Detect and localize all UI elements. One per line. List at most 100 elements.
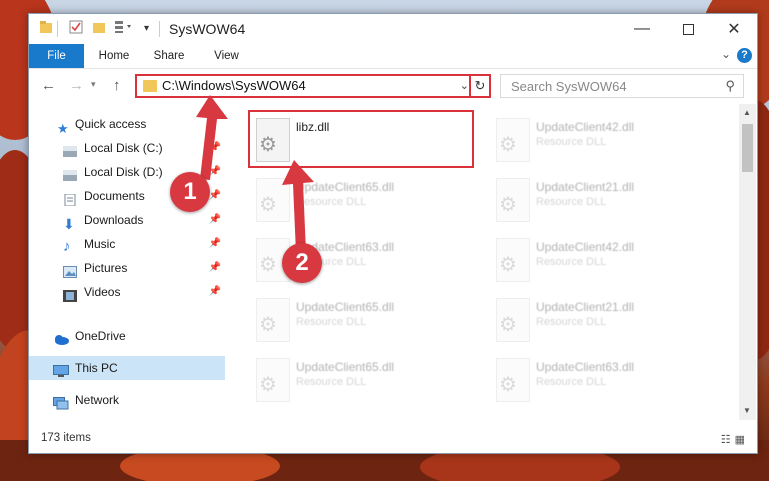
tab-file[interactable]: File [29, 44, 84, 68]
search-input[interactable] [509, 78, 713, 95]
dropdown-arrow-icon[interactable]: ▾ [144, 23, 149, 34]
view-toggle[interactable]: ☷▦ [721, 433, 749, 446]
computer-icon [53, 362, 69, 377]
details-view-icon[interactable]: ☷ [721, 434, 735, 446]
maximize-button[interactable] [665, 14, 711, 44]
sidebar-item-onedrive[interactable]: OneDrive [29, 324, 225, 348]
download-icon: ⬇ [63, 216, 75, 232]
cloud-icon [53, 330, 69, 345]
file-item[interactable]: ⚙ UpdateClient21.dll Resource DLL [486, 294, 716, 346]
address-dropdown-icon[interactable]: ⌄ [460, 79, 469, 92]
navigation-bar: ← → ▾ ↑ C:\Windows\SysWOW64 ⌄ ↻ ⚲ [29, 69, 757, 103]
file-name: UpdateClient42.dll [536, 120, 635, 134]
drive-icon [63, 166, 77, 181]
sidebar-item-this-pc[interactable]: This PC [29, 356, 225, 380]
forward-arrow-icon[interactable]: → [69, 77, 84, 94]
file-item[interactable]: ⚙ UpdateClient21.dll Resource DLL [486, 174, 716, 226]
sidebar-item-label: Music [84, 237, 116, 251]
sidebar-item-downloads[interactable]: ⬇ Downloads 📌 [29, 208, 225, 232]
file-item[interactable]: ⚙ UpdateClient65.dll Resource DLL [246, 294, 476, 346]
file-name: UpdateClient63.dll [536, 360, 635, 374]
scrollbar-thumb[interactable] [742, 124, 753, 172]
customize-qa-icon[interactable] [114, 20, 136, 37]
file-name: UpdateClient65.dll [296, 300, 395, 314]
sidebar-item-label: Local Disk (D:) [84, 165, 163, 179]
gear-icon: ⚙ [499, 314, 517, 336]
drive-icon [63, 142, 77, 157]
sidebar-item-label: OneDrive [75, 329, 126, 343]
file-type: Resource DLL [536, 376, 607, 388]
gear-icon: ⚙ [499, 254, 517, 276]
refresh-button[interactable]: ↻ [469, 74, 491, 98]
ribbon: File Home Share View ⌄ ? [29, 44, 757, 69]
tab-share[interactable]: Share [144, 44, 194, 68]
status-bar: 173 items ☷▦ [29, 428, 757, 452]
search-box[interactable]: ⚲ [500, 74, 744, 98]
scroll-down-icon[interactable]: ▼ [743, 406, 751, 415]
sidebar-item-label: Pictures [84, 261, 128, 275]
file-item[interactable]: ⚙ UpdateClient42.dll Resource DLL [486, 114, 716, 166]
sidebar-item-label: This PC [75, 361, 118, 375]
music-icon: ♪ [63, 238, 71, 255]
item-count: 173 items [41, 432, 91, 444]
file-type: Resource DLL [296, 316, 367, 328]
tab-view[interactable]: View [204, 44, 249, 68]
sidebar-item-network[interactable]: Network [29, 388, 225, 412]
new-folder-icon[interactable] [92, 20, 106, 37]
pin-icon[interactable]: 📌 [209, 280, 221, 304]
file-item[interactable]: ⚙ UpdateClient63.dll Resource DLL [486, 354, 716, 406]
sidebar-item-label: Network [75, 393, 120, 407]
tab-home[interactable]: Home [89, 44, 139, 68]
file-item[interactable]: ⚙ UpdateClient42.dll Resource DLL [486, 234, 716, 286]
minimize-button[interactable]: — [619, 14, 665, 44]
properties-icon[interactable] [69, 20, 83, 37]
sidebar-item-label: Downloads [84, 213, 144, 227]
file-type: Resource DLL [536, 196, 607, 208]
videos-icon [63, 286, 77, 302]
large-icons-view-icon[interactable]: ▦ [735, 434, 749, 446]
step-badge-1: 1 [170, 172, 210, 212]
back-arrow-icon[interactable]: ← [41, 77, 56, 94]
sidebar-item-videos[interactable]: Videos 📌 [29, 280, 225, 304]
search-icon[interactable]: ⚲ [725, 78, 735, 94]
scroll-up-icon[interactable]: ▲ [743, 108, 751, 117]
file-name: UpdateClient21.dll [536, 180, 635, 194]
help-icon[interactable]: ? [737, 48, 752, 63]
sidebar-item-label: Documents [84, 189, 145, 203]
explorer-window: ▾ SysWOW64 — ✕ File Home Share View ⌄ ? … [28, 13, 758, 454]
sidebar-item-label: Local Disk (C:) [84, 141, 163, 155]
gear-icon: ⚙ [499, 194, 517, 216]
window-title: SysWOW64 [169, 21, 246, 37]
sidebar-item-music[interactable]: ♪ Music 📌 [29, 232, 225, 256]
step-badge-2: 2 [282, 243, 322, 283]
file-type: Resource DLL [536, 316, 607, 328]
expand-ribbon-icon[interactable]: ⌄ [721, 47, 731, 61]
close-button[interactable]: ✕ [711, 14, 757, 44]
file-name: UpdateClient42.dll [536, 240, 635, 254]
pin-icon[interactable]: 📌 [209, 208, 221, 232]
network-icon [53, 394, 69, 410]
sidebar-item-pictures[interactable]: Pictures 📌 [29, 256, 225, 280]
vertical-scrollbar[interactable]: ▲ ▼ [739, 104, 756, 420]
file-type: Resource DLL [536, 136, 607, 148]
gear-icon: ⚙ [259, 314, 277, 336]
gear-icon: ⚙ [499, 134, 517, 156]
documents-icon [63, 190, 77, 207]
pictures-icon [63, 262, 77, 278]
file-item[interactable]: ⚙ UpdateClient65.dll Resource DLL [246, 354, 476, 406]
title-bar: ▾ SysWOW64 — ✕ [29, 14, 757, 44]
address-path[interactable]: C:\Windows\SysWOW64 [162, 78, 306, 93]
star-icon: ★ [57, 121, 69, 136]
gear-icon: ⚙ [499, 374, 517, 396]
file-name: UpdateClient65.dll [296, 360, 395, 374]
sidebar-item-label: Videos [84, 285, 121, 299]
up-arrow-icon[interactable]: ↑ [113, 77, 121, 94]
gear-icon: ⚙ [259, 374, 277, 396]
recent-locations-icon[interactable]: ▾ [91, 79, 96, 90]
file-name: UpdateClient21.dll [536, 300, 635, 314]
pin-icon[interactable]: 📌 [209, 256, 221, 280]
sidebar-item-label: Quick access [75, 117, 147, 131]
pin-icon[interactable]: 📌 [209, 232, 221, 256]
file-type: Resource DLL [536, 256, 607, 268]
folder-icon [39, 20, 53, 37]
